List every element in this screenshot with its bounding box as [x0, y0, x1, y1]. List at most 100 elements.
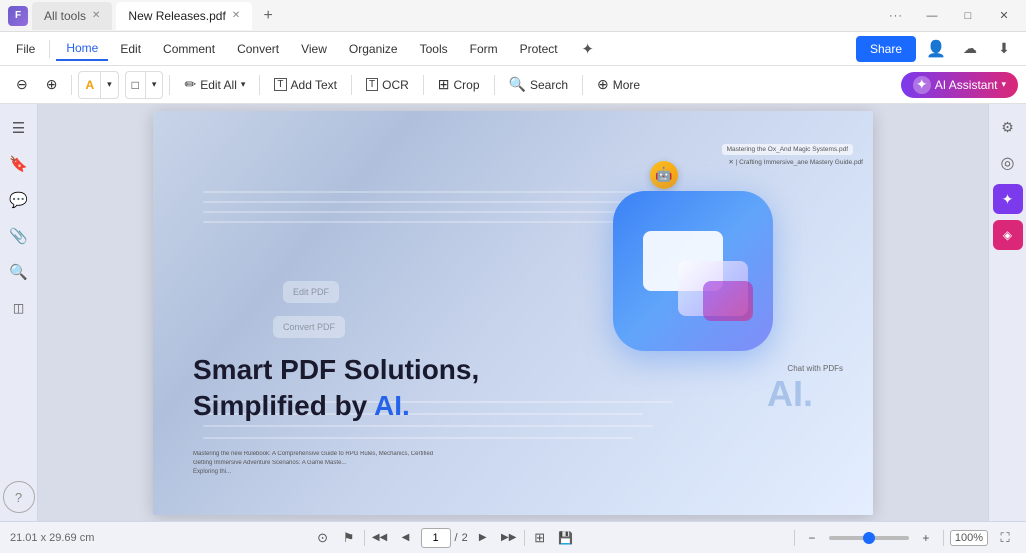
minimize-button[interactable]: — [918, 5, 946, 27]
expand-icon[interactable]: ⛶ [994, 527, 1016, 549]
rect-button[interactable]: □ [126, 72, 145, 98]
menubar-right: Share 👤 ☁ ⬇ [856, 35, 1018, 63]
zoom-out-icon: ⊖ [16, 76, 28, 93]
page-sep: / [455, 532, 458, 544]
scan-icon[interactable]: ⊙ [312, 527, 334, 549]
highlight-dropdown[interactable]: ▾ [101, 72, 118, 98]
menu-home[interactable]: Home [56, 37, 108, 61]
pdf-headline-line2: Simplified by AI. [193, 388, 479, 424]
right-settings-icon[interactable]: ⚙ [993, 112, 1023, 142]
status-right: − + 100% ⛶ [794, 527, 1016, 549]
toolbar-divider-7 [582, 75, 583, 95]
sidebar-bookmark[interactable]: 🔖 [3, 148, 35, 180]
right-ai-purple-icon[interactable]: ✦ [993, 184, 1023, 214]
help-button[interactable]: ? [3, 481, 35, 513]
text-icon: T [274, 78, 286, 91]
right-eye-icon[interactable]: ◎ [993, 148, 1023, 178]
download-icon[interactable]: ⬇ [990, 35, 1018, 63]
light-mode-icon[interactable]: ✦ [574, 35, 602, 63]
pdf-headline-line1: Smart PDF Solutions, [193, 352, 479, 388]
right-panel: ⚙ ◎ ✦ ◈ [988, 104, 1026, 521]
zoom-value[interactable]: 100% [950, 530, 988, 546]
search-button[interactable]: 🔍 Search [501, 71, 576, 99]
share-button[interactable]: Share [856, 36, 916, 62]
ai-assistant-button[interactable]: ✦ AI Assistant ▾ [901, 72, 1018, 98]
highlight-group: A ▾ [78, 71, 118, 99]
zoom-slider[interactable] [829, 536, 909, 540]
nav-prev-button[interactable]: ◀ [395, 527, 417, 549]
new-tab-button[interactable]: + [256, 4, 280, 28]
more-button[interactable]: ⊕ More [589, 71, 648, 99]
account-icon[interactable]: 👤 [922, 35, 950, 63]
sidebar-comment[interactable]: 💬 [3, 184, 35, 216]
sidebar-attachment[interactable]: 📎 [3, 220, 35, 252]
menu-protect[interactable]: Protect [510, 38, 568, 60]
crop-button[interactable]: ⊞ Crop [430, 71, 488, 99]
sidebar-search[interactable]: 🔍 [3, 256, 35, 288]
status-divider4 [943, 530, 944, 546]
menu-file[interactable]: File [8, 38, 43, 60]
titlebar: F All tools ✕ New Releases.pdf ✕ + ··· —… [0, 0, 1026, 32]
add-text-button[interactable]: T Add Text [266, 71, 345, 99]
nav-last-button[interactable]: ▶▶ [498, 527, 520, 549]
ai-icon: ✦ [913, 76, 931, 94]
menu-view[interactable]: View [291, 38, 337, 60]
status-divider3 [794, 530, 795, 546]
pdf-app-icon [613, 191, 773, 351]
right-ai-pink-icon[interactable]: ◈ [993, 220, 1023, 250]
edit-all-label: Edit All [200, 78, 237, 92]
nav-next-button[interactable]: ▶ [472, 527, 494, 549]
sidebar-layers[interactable]: ◫ [3, 292, 35, 324]
ocr-label: OCR [382, 78, 409, 92]
tab-all-tools[interactable]: All tools ✕ [32, 2, 112, 30]
search-icon: 🔍 [509, 76, 526, 93]
menu-convert[interactable]: Convert [227, 38, 289, 60]
sidebar-page-thumbnail[interactable]: ☰ [3, 112, 35, 144]
highlight-button[interactable]: A [79, 72, 100, 98]
toolbar-divider-4 [351, 75, 352, 95]
tab-all-tools-label: All tools [44, 9, 86, 23]
tab-all-tools-close[interactable]: ✕ [92, 10, 100, 21]
pdf-tab-text: Mastering the Ox_And Magic Systems.pdf [722, 144, 853, 155]
tab-new-releases[interactable]: New Releases.pdf ✕ [116, 2, 252, 30]
menu-comment[interactable]: Comment [153, 38, 225, 60]
cloud-upload-icon[interactable]: ☁ [956, 35, 984, 63]
save-icon[interactable]: 💾 [555, 527, 577, 549]
zoom-in-status-button[interactable]: + [915, 527, 937, 549]
status-divider [364, 530, 365, 546]
tab-new-releases-label: New Releases.pdf [128, 9, 225, 23]
maximize-button[interactable]: □ [954, 5, 982, 27]
close-button[interactable]: ✕ [990, 5, 1018, 27]
menu-organize[interactable]: Organize [339, 38, 408, 60]
ocr-button[interactable]: T OCR [358, 71, 417, 99]
fit-icon[interactable]: ⊞ [529, 527, 551, 549]
content-area: Edit PDF Convert PDF Mastering the Ox_An… [38, 104, 988, 521]
titlebar-right: ··· — □ ✕ [882, 5, 1018, 27]
menu-form[interactable]: Form [460, 38, 508, 60]
status-center: ⊙ ⚑ ◀◀ ◀ / 2 ▶ ▶▶ ⊞ 💾 [102, 527, 785, 549]
pdf-area[interactable]: Edit PDF Convert PDF Mastering the Ox_An… [38, 104, 988, 521]
more-options-button[interactable]: ··· [882, 5, 910, 27]
crop-icon: ⊞ [438, 76, 450, 93]
zoom-in-icon: ⊕ [46, 76, 58, 93]
pdf-ai-watermark: AI. [767, 373, 813, 415]
edit-all-button[interactable]: ✏ Edit All ▾ [176, 71, 253, 99]
pdf-ui-convert: Convert PDF [273, 316, 345, 338]
menu-edit[interactable]: Edit [110, 38, 151, 60]
page-input[interactable] [421, 528, 451, 548]
zoom-out-status-button[interactable]: − [801, 527, 823, 549]
toolbar-divider-6 [494, 75, 495, 95]
nav-first-button[interactable]: ◀◀ [369, 527, 391, 549]
zoom-slider-thumb [863, 532, 875, 544]
main-area: ☰ 🔖 💬 📎 🔍 ◫ ? Edit PDF Convert PDF [0, 104, 1026, 521]
menu-tools[interactable]: Tools [410, 38, 458, 60]
left-sidebar: ☰ 🔖 💬 📎 🔍 ◫ ? [0, 104, 38, 521]
tab-new-releases-close[interactable]: ✕ [232, 10, 240, 21]
rect-dropdown[interactable]: ▾ [146, 72, 163, 98]
more-label: More [613, 78, 640, 92]
crop-label: Crop [454, 78, 480, 92]
flag-icon[interactable]: ⚑ [338, 527, 360, 549]
zoom-in-button[interactable]: ⊕ [38, 71, 66, 99]
zoom-out-button[interactable]: ⊖ [8, 71, 36, 99]
statusbar: 21.01 x 29.69 cm ⊙ ⚑ ◀◀ ◀ / 2 ▶ ▶▶ ⊞ 💾 −… [0, 521, 1026, 553]
